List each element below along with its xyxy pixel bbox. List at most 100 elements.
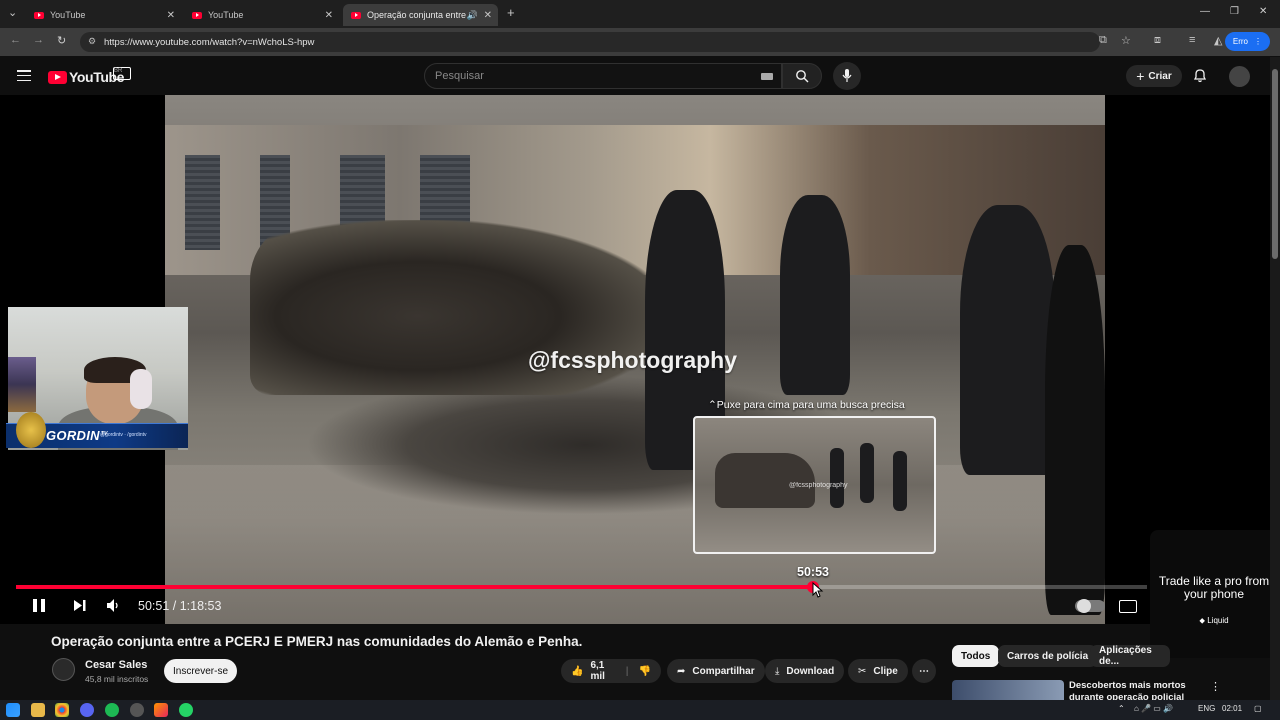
back-icon[interactable]: ← [10,34,21,46]
notifications-icon[interactable]: ▢ [1254,704,1262,713]
chip-applications[interactable]: Aplicações de... [1090,645,1170,667]
sidebar-ad[interactable]: Trade like a pro from your phone ⬥ Liqui… [1150,530,1278,658]
microphone-icon [842,69,852,82]
browser-tab-3[interactable]: Operação conjunta entre a 🔊 ✕ [343,4,498,26]
background-shelf [8,357,36,412]
create-button[interactable]: + Criar [1126,65,1182,87]
notifications-bell-icon[interactable] [1193,68,1207,83]
search-input[interactable]: Pesquisar [424,63,782,89]
autoplay-toggle[interactable] [1075,599,1105,613]
ad-headline: Trade like a pro from your phone [1158,574,1270,601]
file-explorer-icon[interactable] [31,703,45,717]
whatsapp-icon[interactable] [179,703,193,717]
chip-police-cars[interactable]: Carros de polícia [998,645,1098,667]
app-icon[interactable] [130,703,144,717]
thumbnail-officer [893,451,907,511]
bookmark-star-icon[interactable]: ☆ [1121,34,1131,47]
profile-icon[interactable]: ◭ [1214,34,1222,47]
browser-tab-2[interactable]: YouTube ✕ [184,4,339,26]
video-player[interactable]: @fcssphotography ⌃Puxe para cima para um… [0,95,1270,624]
keyboard-icon[interactable] [761,73,773,80]
clip-label: Clipe [873,665,898,677]
ad-brand: ⬥ Liquid [1199,616,1229,625]
windows-start-icon[interactable] [6,703,20,717]
thumbnail-watermark: @fcssphotography [789,482,848,489]
subtitles-icon[interactable] [1119,600,1137,613]
volume-icon[interactable] [106,598,121,613]
ad-brand-text: Liquid [1207,616,1229,625]
thumbnail-car [715,453,815,508]
tray-chevron-icon[interactable]: ⌃ [1118,704,1125,713]
tab-close-icon[interactable]: ✕ [167,10,175,21]
recommendation-more-icon[interactable]: ⋮ [1210,680,1221,693]
install-app-icon[interactable]: ⧉ [1099,34,1107,47]
profile-label: Erro [1232,37,1248,46]
language-indicator[interactable]: ENG [1198,704,1215,713]
new-tab-icon[interactable]: + [507,5,515,20]
discord-icon[interactable] [80,703,94,717]
youtube-favicon-icon [192,11,202,19]
scrollbar-thumb[interactable] [1272,69,1278,259]
forward-icon[interactable]: → [33,34,44,46]
close-window-icon[interactable]: ✕ [1259,6,1267,17]
site-info-icon[interactable]: ⚙ [88,36,96,47]
page-scrollbar[interactable] [1270,57,1280,700]
country-code: BR [113,67,131,80]
scissors-icon: ✂ [858,665,867,677]
clock[interactable]: 02:01 [1222,704,1242,713]
dislike-icon[interactable]: 👎 [639,666,651,677]
tab-close-icon[interactable]: ✕ [484,10,492,21]
windows-taskbar: ⌃ ⌂ 🎤 ▭ 🔊 ENG 02:01 ▢ [0,700,1280,720]
menu-hamburger-icon[interactable] [17,70,31,82]
spotify-icon[interactable] [105,703,119,717]
browser-tab-1[interactable]: YouTube ✕ [26,4,181,26]
url-text: https://www.youtube.com/watch?v=nWchoLS-… [104,36,315,48]
clip-button[interactable]: ✂ Clipe [848,659,908,683]
account-avatar[interactable] [1229,66,1250,87]
browser-toolbar: ← → ↻ ⚙ https://www.youtube.com/watch?v=… [0,28,1280,56]
chip-all[interactable]: Todos [952,645,1000,667]
officer-figure [1045,245,1105,615]
minimize-icon[interactable]: — [1200,6,1210,17]
more-actions-button[interactable]: ⋯ [912,659,936,683]
address-bar[interactable]: ⚙ https://www.youtube.com/watch?v=nWchoL… [80,32,1100,52]
tab-search-chevron-icon[interactable]: ⌄ [8,6,17,19]
more-horizontal-icon: ⋯ [919,665,929,677]
channel-name[interactable]: Cesar Sales [85,659,147,671]
firefox-icon[interactable] [154,703,168,717]
more-menu-icon[interactable]: ⋮ [1254,37,1262,46]
voice-search-button[interactable] [833,62,861,90]
current-time: 50:51 [138,599,170,613]
like-count[interactable]: 6,1 mil [590,660,615,682]
browser-tab-bar: ⌄ YouTube ✕ YouTube ✕ Operação conjunta … [0,0,1280,28]
progress-bar[interactable] [16,581,1147,593]
next-video-icon[interactable] [73,598,87,613]
tab-close-icon[interactable]: ✕ [325,10,333,21]
extensions-icon[interactable]: ⧈ [1154,34,1161,47]
profile-error-button[interactable]: Erro ⋮ [1224,32,1270,51]
streamer-badge-icon [16,412,46,448]
reload-icon[interactable]: ↻ [57,34,66,47]
mouse-cursor-icon [812,582,824,598]
tray-icons[interactable]: ⌂ 🎤 ▭ 🔊 [1134,704,1173,713]
chrome-icon[interactable] [55,703,69,717]
channel-avatar[interactable] [52,658,75,681]
time-display: 50:51 / 1:18:53 [138,599,222,613]
video-watermark: @fcssphotography [528,347,737,373]
audio-playing-icon[interactable]: 🔊 [467,10,478,21]
download-label: Download [786,665,835,677]
subscribe-button[interactable]: Inscrever-se [164,659,237,683]
media-controls-icon[interactable]: ≡ [1189,34,1195,46]
video-frame[interactable]: @fcssphotography ⌃Puxe para cima para um… [165,95,1105,624]
restore-icon[interactable]: ❐ [1230,6,1239,17]
share-button[interactable]: ➦ Compartilhar [667,659,765,683]
search-icon [796,70,809,83]
search-button[interactable] [782,63,822,89]
video-title: Operação conjunta entre a PCERJ E PMERJ … [51,634,583,649]
download-button[interactable]: ⤓ Download [765,659,845,683]
create-label: Criar [1148,70,1172,82]
pause-icon[interactable] [32,598,46,613]
like-icon[interactable]: 👍 [571,666,583,677]
youtube-logo[interactable]: YouTube BR [48,67,131,85]
officer-figure [960,205,1055,475]
